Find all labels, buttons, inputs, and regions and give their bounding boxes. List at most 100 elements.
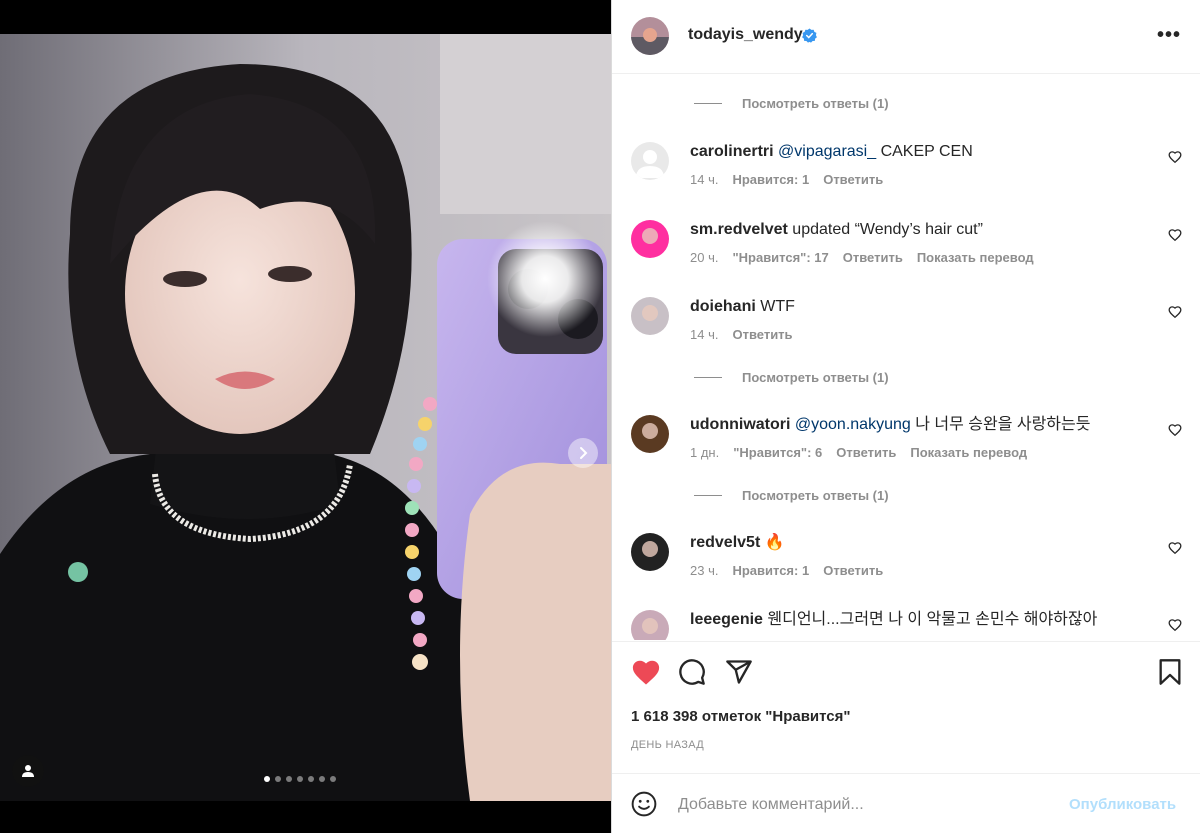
comment-time[interactable]: 1 дн. bbox=[690, 445, 719, 460]
post-photo[interactable] bbox=[0, 34, 611, 801]
comment-icon bbox=[679, 659, 705, 685]
emoji-button[interactable] bbox=[631, 791, 657, 822]
comment-text: sm.redvelvet updated “Wendy’s hair cut” bbox=[690, 220, 1150, 240]
commenter-avatar[interactable] bbox=[631, 220, 669, 258]
commenter-username[interactable]: doiehani bbox=[690, 298, 756, 315]
view-replies-label: Посмотреть ответы (1) bbox=[742, 96, 889, 111]
comment-like-button[interactable] bbox=[1168, 228, 1182, 247]
comments-list: Посмотреть ответы (1) carolinertri @vipag… bbox=[612, 74, 1200, 640]
next-image-button[interactable] bbox=[568, 438, 598, 468]
reply-button[interactable]: Ответить bbox=[732, 327, 792, 342]
like-button[interactable] bbox=[631, 658, 661, 691]
comment-likes[interactable]: Нравится: 1 bbox=[732, 172, 809, 187]
pager-dot bbox=[297, 776, 303, 782]
comment-item: redvelv5t 🔥 23 ч. Нравится: 1 Ответить bbox=[612, 533, 1200, 593]
comment-body: updated “Wendy’s hair cut” bbox=[787, 221, 983, 238]
translate-button[interactable]: Показать перевод bbox=[910, 445, 1027, 460]
more-options-button[interactable]: ••• bbox=[1157, 24, 1181, 47]
mention-link[interactable]: @yoon.nakyung bbox=[795, 416, 911, 433]
avatar-image bbox=[631, 610, 669, 640]
add-comment-bar: Опубликовать bbox=[612, 773, 1200, 834]
comment-body: WTF bbox=[755, 298, 795, 315]
comment-like-button[interactable] bbox=[1168, 423, 1182, 442]
tagged-users-button[interactable] bbox=[12, 755, 44, 787]
mention-link[interactable]: @vipagarasi_ bbox=[778, 143, 876, 160]
post-header: todayis_wendy ••• bbox=[612, 0, 1200, 74]
view-replies-button[interactable]: Посмотреть ответы (1) bbox=[694, 370, 889, 385]
heart-outline-icon bbox=[1168, 542, 1182, 555]
commenter-username[interactable]: udonniwatori bbox=[690, 416, 790, 433]
comment-text: carolinertri @vipagarasi_ CAKEP CEN bbox=[690, 142, 1150, 162]
comment-meta: 14 ч. Нравится: 1 Ответить bbox=[690, 172, 897, 187]
commenter-avatar[interactable] bbox=[631, 297, 669, 335]
save-button[interactable] bbox=[1157, 658, 1183, 691]
verified-badge-icon bbox=[802, 28, 817, 48]
comment-item: sm.redvelvet updated “Wendy’s hair cut” 2… bbox=[612, 220, 1200, 280]
comment-body: CAKEP CEN bbox=[876, 143, 973, 160]
commenter-username[interactable]: leeegenie bbox=[690, 611, 763, 628]
reply-button[interactable]: Ответить bbox=[823, 563, 883, 578]
emoji-icon bbox=[631, 791, 657, 817]
reply-button[interactable]: Ответить bbox=[836, 445, 896, 460]
comment-item: carolinertri @vipagarasi_ CAKEP CEN 14 ч.… bbox=[612, 142, 1200, 202]
view-replies-button[interactable]: Посмотреть ответы (1) bbox=[694, 96, 889, 111]
comment-like-button[interactable] bbox=[1168, 305, 1182, 324]
pager-dot bbox=[286, 776, 292, 782]
pager-dot bbox=[275, 776, 281, 782]
reply-button[interactable]: Ответить bbox=[843, 250, 903, 265]
comment-likes[interactable]: "Нравится": 6 bbox=[733, 445, 822, 460]
comment-text: leeegenie 웬디언니...그러면 나 이 악물고 손민수 해야하잖아 bbox=[690, 610, 1150, 630]
post-date[interactable]: ДЕНЬ НАЗАД bbox=[631, 739, 704, 751]
comment-input[interactable] bbox=[676, 792, 1060, 818]
comment-meta: 23 ч. Нравится: 1 Ответить bbox=[690, 563, 897, 578]
comment-item: leeegenie 웬디언니...그러면 나 이 악물고 손민수 해야하잖아 bbox=[612, 610, 1200, 640]
commenter-username[interactable]: redvelv5t bbox=[690, 534, 760, 551]
avatar-image bbox=[631, 533, 669, 571]
comment-time[interactable]: 20 ч. bbox=[690, 250, 718, 265]
comment-meta: 14 ч. Ответить bbox=[690, 327, 807, 342]
heart-outline-icon bbox=[1168, 229, 1182, 242]
comment-time[interactable]: 14 ч. bbox=[690, 172, 718, 187]
pager-dot bbox=[330, 776, 336, 782]
post-actions: 1 618 398 отметок "Нравится" ДЕНЬ НАЗАД bbox=[612, 641, 1200, 772]
comment-like-button[interactable] bbox=[1168, 541, 1182, 560]
comment-like-button[interactable] bbox=[1168, 618, 1182, 637]
author-avatar[interactable] bbox=[631, 17, 669, 55]
avatar-image bbox=[631, 17, 669, 55]
heart-outline-icon bbox=[1168, 306, 1182, 319]
comment-likes[interactable]: Нравится: 1 bbox=[732, 563, 809, 578]
comment-time[interactable]: 14 ч. bbox=[690, 327, 718, 342]
commenter-username[interactable]: sm.redvelvet bbox=[690, 221, 788, 238]
comment-button[interactable] bbox=[678, 658, 706, 691]
user-icon bbox=[22, 765, 34, 777]
post-comment-button[interactable]: Опубликовать bbox=[1069, 796, 1176, 813]
commenter-avatar[interactable] bbox=[631, 533, 669, 571]
avatar-image bbox=[631, 142, 669, 180]
pager-dot bbox=[319, 776, 325, 782]
send-icon bbox=[726, 660, 752, 684]
avatar-image bbox=[631, 297, 669, 335]
reply-button[interactable]: Ответить bbox=[823, 172, 883, 187]
commenter-avatar[interactable] bbox=[631, 610, 669, 640]
author-username[interactable]: todayis_wendy bbox=[688, 26, 803, 44]
view-replies-label: Посмотреть ответы (1) bbox=[742, 488, 889, 503]
comment-like-button[interactable] bbox=[1168, 150, 1182, 169]
comment-time[interactable]: 23 ч. bbox=[690, 563, 718, 578]
image-pager-dots bbox=[264, 776, 336, 782]
commenter-avatar[interactable] bbox=[631, 142, 669, 180]
translate-button[interactable]: Показать перевод bbox=[917, 250, 1034, 265]
pager-dot bbox=[264, 776, 270, 782]
likes-count[interactable]: 1 618 398 отметок "Нравится" bbox=[631, 708, 851, 725]
heart-outline-icon bbox=[1168, 151, 1182, 164]
comment-likes[interactable]: "Нравится": 17 bbox=[732, 250, 828, 265]
comment-item: udonniwatori @yoon.nakyung 나 너무 승완을 사랑하는… bbox=[612, 415, 1200, 475]
commenter-username[interactable]: carolinertri bbox=[690, 143, 774, 160]
replies-line bbox=[694, 495, 722, 496]
share-button[interactable] bbox=[725, 658, 753, 691]
commenter-avatar[interactable] bbox=[631, 415, 669, 453]
bookmark-icon bbox=[1159, 659, 1181, 685]
avatar-image bbox=[631, 415, 669, 453]
comment-meta: 20 ч. "Нравится": 17 Ответить Показать пере… bbox=[690, 250, 1048, 265]
view-replies-button[interactable]: Посмотреть ответы (1) bbox=[694, 488, 889, 503]
comment-text: redvelv5t 🔥 bbox=[690, 533, 1150, 553]
